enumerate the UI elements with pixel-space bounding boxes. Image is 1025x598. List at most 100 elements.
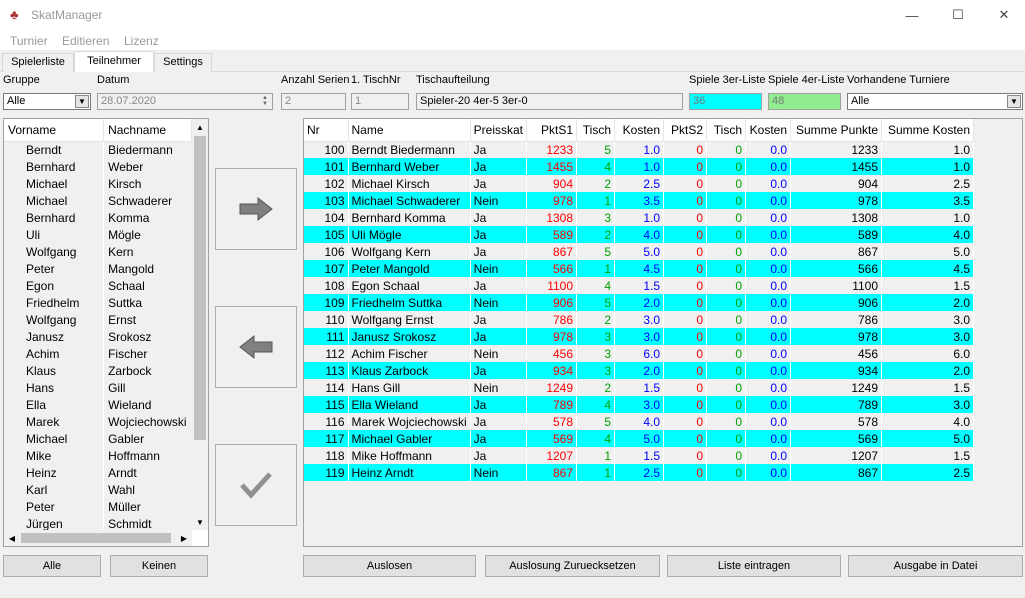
list-item[interactable]: Wolfgang Ernst xyxy=(4,311,192,328)
ausgabe-in-datei-button[interactable]: Ausgabe in Datei xyxy=(848,555,1023,577)
col-vorname[interactable]: Vorname xyxy=(4,119,105,142)
datum-field[interactable]: 28.07.2020 ▲ ▼ xyxy=(97,93,273,110)
col-kosten1[interactable]: Kosten xyxy=(614,119,665,142)
menu-editieren[interactable]: Editieren xyxy=(62,34,109,48)
table-row[interactable]: 110 Wolfgang Ernst Ja 786 2 3.0 0 0 0.0 786 3.0 xyxy=(304,311,975,328)
list-item[interactable]: Peter Mangold xyxy=(4,260,192,277)
turniere-dropdown[interactable]: Alle ▼ xyxy=(847,93,1023,110)
alle-button[interactable]: Alle xyxy=(3,555,101,577)
table-row[interactable]: 105 Uli Mögle Ja 589 2 4.0 0 0 0.0 589 4.0 xyxy=(304,226,975,243)
table-row[interactable]: 117 Michael Gabler Ja 569 4 5.0 0 0 0.0 569 5.0 xyxy=(304,430,975,447)
list-item[interactable]: Wolfgang Kern xyxy=(4,243,192,260)
list-item[interactable]: Berndt Biedermann xyxy=(4,141,192,158)
teilnehmer-table[interactable]: Nr Name Preisskat PktS1 Tisch Kosten Pkt… xyxy=(303,118,1023,547)
vorname-cell: Michael xyxy=(4,175,105,192)
liste-eintragen-button[interactable]: Liste eintragen xyxy=(667,555,841,577)
table-row[interactable]: 114 Hans Gill Nein 1249 2 1.5 0 0 0.0 1249 1.5 xyxy=(304,379,975,396)
col-tisch1[interactable]: Tisch xyxy=(576,119,616,142)
hscrollbar-thumb[interactable] xyxy=(21,533,171,543)
col-kosten2[interactable]: Kosten xyxy=(745,119,792,142)
table-row[interactable]: 104 Bernhard Komma Ja 1308 3 1.0 0 0 0.0 1308 1.0 xyxy=(304,209,975,226)
scroll-left-icon[interactable]: ◀ xyxy=(4,530,20,546)
horizontal-scrollbar[interactable]: ◀ ▶ xyxy=(4,530,192,546)
table-row[interactable]: 108 Egon Schaal Ja 1100 4 1.5 0 0 0.0 1100 1.5 xyxy=(304,277,975,294)
list-item[interactable]: Bernhard Weber xyxy=(4,158,192,175)
tab-settings[interactable]: Settings xyxy=(154,53,212,72)
list-item[interactable]: Egon Schaal xyxy=(4,277,192,294)
col-nr[interactable]: Nr xyxy=(304,119,349,142)
col-pkts2[interactable]: PktS2 xyxy=(663,119,708,142)
scroll-down-icon[interactable]: ▼ xyxy=(192,514,208,530)
table-row[interactable]: 113 Klaus Zarbock Ja 934 3 2.0 0 0 0.0 934 2.0 xyxy=(304,362,975,379)
table-row[interactable]: 118 Mike Hoffmann Ja 1207 1 1.5 0 0 0.0 1207 1.5 xyxy=(304,447,975,464)
maximize-button[interactable]: ☐ xyxy=(935,0,981,30)
auslosen-button[interactable]: Auslosen xyxy=(303,555,476,577)
remove-participant-button[interactable] xyxy=(215,306,297,388)
kosten2-cell: 0.0 xyxy=(745,447,792,464)
list-item[interactable]: Karl Wahl xyxy=(4,481,192,498)
col-summe-punkte[interactable]: Summe Punkte xyxy=(790,119,883,142)
scroll-up-icon[interactable]: ▲ xyxy=(192,119,208,135)
tisch1-cell: 1 xyxy=(576,260,616,277)
list-item[interactable]: Marek Wojciechowski xyxy=(4,413,192,430)
anzahl-serien-field[interactable]: 2 xyxy=(281,93,346,110)
tisch2-cell: 0 xyxy=(706,175,747,192)
list-item[interactable]: Peter Müller xyxy=(4,498,192,515)
add-participant-button[interactable] xyxy=(215,168,297,250)
list-item[interactable]: Achim Fischer xyxy=(4,345,192,362)
col-nachname[interactable]: Nachname xyxy=(103,119,192,142)
table-row[interactable]: 109 Friedhelm Suttka Nein 906 5 2.0 0 0 0.0 906 2.… xyxy=(304,294,975,311)
spinner-icon[interactable]: ▲ ▼ xyxy=(259,95,271,108)
list-item[interactable]: Bernhard Komma xyxy=(4,209,192,226)
tisch2-cell: 0 xyxy=(706,413,747,430)
pkts1-cell: 978 xyxy=(526,192,578,209)
table-row[interactable]: 102 Michael Kirsch Ja 904 2 2.5 0 0 0.0 904 2.5 xyxy=(304,175,975,192)
auslosung-zuruecksetzen-button[interactable]: Auslosung Zuruecksetzen xyxy=(485,555,660,577)
scrollbar-thumb[interactable] xyxy=(194,136,206,440)
spieler-list[interactable]: Vorname Nachname Berndt Biedermann Bernhar… xyxy=(3,118,209,547)
table-row[interactable]: 107 Peter Mangold Nein 566 1 4.5 0 0 0.0 566 4.5 xyxy=(304,260,975,277)
list-item[interactable]: Mike Hoffmann xyxy=(4,447,192,464)
table-row[interactable]: 111 Janusz Srokosz Ja 978 3 3.0 0 0 0.0 978 3.0 xyxy=(304,328,975,345)
col-preisskat[interactable]: Preisskat xyxy=(470,119,528,142)
chevron-down-icon[interactable]: ▼ xyxy=(1007,95,1021,108)
tischnr-field[interactable]: 1 xyxy=(351,93,409,110)
list-item[interactable]: Janusz Srokosz xyxy=(4,328,192,345)
menu-lizenz[interactable]: Lizenz xyxy=(124,34,159,48)
table-row[interactable]: 115 Ella Wieland Ja 789 4 3.0 0 0 0.0 789 3.0 xyxy=(304,396,975,413)
col-summe-kosten[interactable]: Summe Kosten xyxy=(881,119,975,142)
gruppe-dropdown[interactable]: Alle ▼ xyxy=(3,93,91,110)
vertical-scrollbar[interactable]: ▲ ▼ xyxy=(192,119,208,530)
summe-kosten-cell: 4.0 xyxy=(881,413,975,430)
keinen-button[interactable]: Keinen xyxy=(110,555,208,577)
minimize-button[interactable]: — xyxy=(889,0,935,30)
col-tisch2[interactable]: Tisch xyxy=(706,119,747,142)
list-item[interactable]: Hans Gill xyxy=(4,379,192,396)
list-item[interactable]: Friedhelm Suttka xyxy=(4,294,192,311)
table-row[interactable]: 106 Wolfgang Kern Ja 867 5 5.0 0 0 0.0 867 5.0 xyxy=(304,243,975,260)
confirm-button[interactable] xyxy=(215,444,297,526)
list-item[interactable]: Heinz Arndt xyxy=(4,464,192,481)
list-item[interactable]: Ella Wieland xyxy=(4,396,192,413)
tab-teilnehmer[interactable]: Teilnehmer xyxy=(74,51,154,72)
table-row[interactable]: 112 Achim Fischer Nein 456 3 6.0 0 0 0.0 456 6.0 xyxy=(304,345,975,362)
list-item[interactable]: Klaus Zarbock xyxy=(4,362,192,379)
col-name[interactable]: Name xyxy=(348,119,471,142)
chevron-down-icon[interactable]: ▼ xyxy=(75,95,89,108)
table-row[interactable]: 100 Berndt Biedermann Ja 1233 5 1.0 0 0 0.0 1233 1… xyxy=(304,141,975,158)
menu-turnier[interactable]: Turnier xyxy=(10,34,48,48)
tab-spielerliste[interactable]: Spielerliste xyxy=(2,53,74,72)
kosten1-cell: 1.0 xyxy=(614,158,665,175)
table-row[interactable]: 119 Heinz Arndt Nein 867 1 2.5 0 0 0.0 867 2.5 xyxy=(304,464,975,481)
list-item[interactable]: Michael Gabler xyxy=(4,430,192,447)
list-item[interactable]: Michael Kirsch xyxy=(4,175,192,192)
scroll-right-icon[interactable]: ▶ xyxy=(176,530,192,546)
table-row[interactable]: 101 Bernhard Weber Ja 1455 4 1.0 0 0 0.0 1455 1.0 xyxy=(304,158,975,175)
close-button[interactable]: ✕ xyxy=(981,0,1025,30)
nachname-cell: Kern xyxy=(103,243,192,260)
table-row[interactable]: 116 Marek Wojciechowski Ja 578 5 4.0 0 0 0.0 578 4… xyxy=(304,413,975,430)
list-item[interactable]: Michael Schwaderer xyxy=(4,192,192,209)
table-row[interactable]: 103 Michael Schwaderer Nein 978 1 3.5 0 0 0.0 978… xyxy=(304,192,975,209)
list-item[interactable]: Uli Mögle xyxy=(4,226,192,243)
col-pkts1[interactable]: PktS1 xyxy=(526,119,578,142)
